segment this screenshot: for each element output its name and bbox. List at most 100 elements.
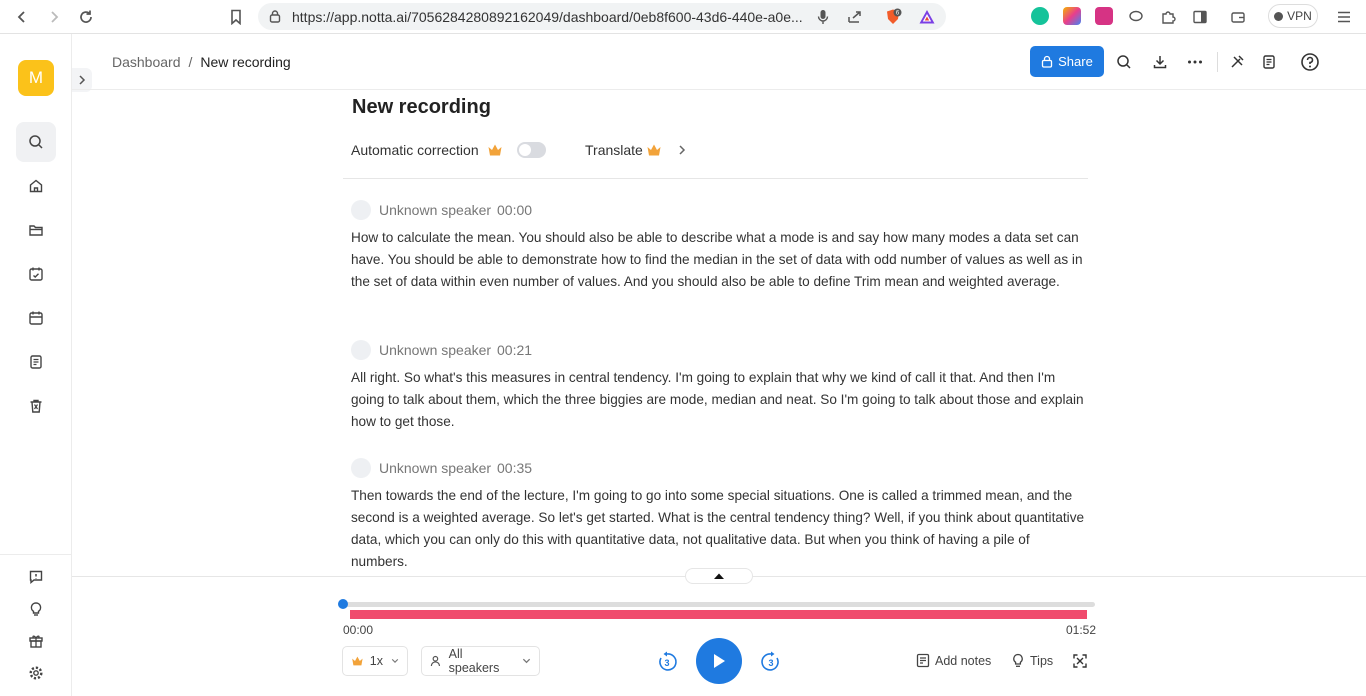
ai-tools-icon[interactable] — [1226, 51, 1248, 73]
segment-text[interactable]: How to calculate the mean. You should al… — [351, 227, 1086, 293]
trash-icon[interactable] — [16, 386, 56, 426]
playhead-knob[interactable] — [338, 599, 348, 609]
transcript-segment: Unknown speaker 00:21 All right. So what… — [351, 339, 1086, 433]
home-icon[interactable] — [16, 166, 56, 206]
tips-button[interactable]: Tips — [1011, 653, 1053, 668]
browser-toolbar: https://app.notta.ai/7056284280892162049… — [0, 0, 1366, 34]
speaker-name[interactable]: Unknown speaker — [379, 460, 491, 476]
content-divider — [343, 178, 1088, 179]
speaker-avatar — [351, 200, 371, 220]
vpn-label: VPN — [1287, 9, 1312, 23]
transcript-segment: Unknown speaker 00:00 How to calculate t… — [351, 199, 1086, 293]
add-notes-button[interactable]: Add notes — [916, 653, 991, 668]
browser-menu-icon[interactable] — [1332, 5, 1356, 29]
speaker-filter-select[interactable]: All speakers — [421, 646, 540, 676]
back-icon[interactable] — [10, 5, 34, 29]
speaker-name[interactable]: Unknown speaker — [379, 342, 491, 358]
download-icon[interactable] — [1149, 51, 1171, 73]
extensions-puzzle-icon[interactable] — [1156, 5, 1180, 29]
chat-extension-icon[interactable] — [1124, 5, 1148, 29]
waveform-bar[interactable] — [350, 610, 1087, 619]
summary-notes-icon[interactable] — [1258, 51, 1280, 73]
segment-text[interactable]: Then towards the end of the lecture, I'm… — [351, 485, 1086, 573]
skip-back-seconds: 3 — [664, 658, 669, 668]
page-header: Dashboard / New recording Share — [72, 34, 1366, 90]
speaker-avatar — [351, 458, 371, 478]
segment-text[interactable]: All right. So what's this measures in ce… — [351, 367, 1086, 433]
automatic-correction-label: Automatic correction — [351, 142, 479, 158]
wallet-icon[interactable] — [1226, 5, 1250, 29]
skip-forward-seconds: 3 — [768, 658, 773, 668]
vpn-status-icon — [1274, 11, 1284, 21]
segment-timestamp[interactable]: 00:21 — [497, 342, 532, 358]
extension-colorful-icon[interactable] — [1063, 7, 1081, 25]
extension-pink-icon[interactable] — [1095, 7, 1113, 25]
play-button[interactable] — [696, 638, 742, 684]
forward-icon[interactable] — [42, 5, 66, 29]
recording-title[interactable]: New recording — [352, 96, 491, 119]
chevron-right-icon[interactable] — [677, 144, 687, 156]
speaker-avatar — [351, 340, 371, 360]
expand-player-button[interactable] — [685, 568, 753, 584]
current-time: 00:00 — [343, 623, 374, 637]
search-icon[interactable] — [16, 122, 56, 162]
lock-icon — [269, 10, 281, 23]
brave-rewards-icon[interactable] — [918, 8, 936, 26]
chevron-down-icon — [391, 659, 399, 663]
help-icon[interactable] — [1299, 51, 1321, 73]
skip-back-icon[interactable]: 3 — [656, 651, 678, 673]
playback-speed-value: 1x — [369, 654, 383, 668]
tips-label: Tips — [1030, 653, 1054, 668]
speakers-icon — [430, 655, 441, 667]
breadcrumb-dashboard-link[interactable]: Dashboard — [112, 54, 181, 70]
lightbulb-icon — [1013, 653, 1023, 667]
calendar-check-icon[interactable] — [16, 254, 56, 294]
brave-shield-icon[interactable]: 6 — [884, 8, 902, 26]
search-transcript-icon[interactable] — [1113, 51, 1135, 73]
audio-player: 00:00 01:52 1x All speakers 3 3 Add note… — [72, 568, 1366, 696]
skip-forward-icon[interactable]: 3 — [760, 651, 782, 673]
progress-track[interactable] — [342, 602, 1095, 607]
translate-label[interactable]: Translate — [585, 142, 643, 158]
app-sidebar: M — [0, 34, 72, 696]
bookmark-icon[interactable] — [224, 5, 248, 29]
sidebar-divider — [0, 554, 72, 555]
header-divider — [1217, 52, 1218, 72]
reload-icon[interactable] — [74, 5, 98, 29]
share-label: Share — [1058, 54, 1093, 69]
vpn-button[interactable]: VPN — [1268, 4, 1318, 28]
share-page-icon[interactable] — [846, 8, 864, 26]
fullscreen-icon[interactable] — [1073, 654, 1087, 668]
premium-crown-icon — [647, 144, 661, 156]
segment-timestamp[interactable]: 00:35 — [497, 460, 532, 476]
notes-icon — [916, 653, 930, 668]
folder-icon[interactable] — [16, 210, 56, 250]
transcript-segment: Unknown speaker 00:35 Then towards the e… — [351, 457, 1086, 573]
add-notes-label: Add notes — [935, 653, 992, 668]
speaker-name[interactable]: Unknown speaker — [379, 202, 491, 218]
lock-icon — [1041, 55, 1053, 68]
url-text: https://app.notta.ai/7056284280892162049… — [292, 9, 803, 25]
premium-crown-icon — [488, 144, 502, 156]
address-bar[interactable]: https://app.notta.ai/7056284280892162049… — [258, 3, 946, 30]
play-icon — [714, 654, 725, 668]
microphone-icon[interactable] — [814, 8, 832, 26]
breadcrumb-separator: / — [188, 54, 193, 70]
duration: 01:52 — [1066, 623, 1097, 637]
segment-timestamp[interactable]: 00:00 — [497, 202, 532, 218]
workspace-avatar[interactable]: M — [18, 60, 54, 96]
notes-icon[interactable] — [16, 342, 56, 382]
sidebar-toggle-icon[interactable] — [1188, 5, 1212, 29]
breadcrumb: Dashboard / New recording — [112, 54, 291, 70]
chevron-down-icon — [522, 658, 531, 664]
caret-up-icon — [714, 573, 724, 579]
breadcrumb-current: New recording — [200, 54, 291, 70]
settings-gear-icon[interactable] — [16, 653, 56, 693]
playback-speed-select[interactable]: 1x — [342, 646, 408, 676]
grammarly-extension-icon[interactable] — [1031, 7, 1049, 25]
speaker-filter-value: All speakers — [448, 647, 500, 675]
automatic-correction-toggle[interactable] — [517, 142, 546, 158]
calendar-icon[interactable] — [16, 298, 56, 338]
share-button[interactable]: Share — [1030, 46, 1104, 77]
more-options-icon[interactable] — [1184, 51, 1206, 73]
